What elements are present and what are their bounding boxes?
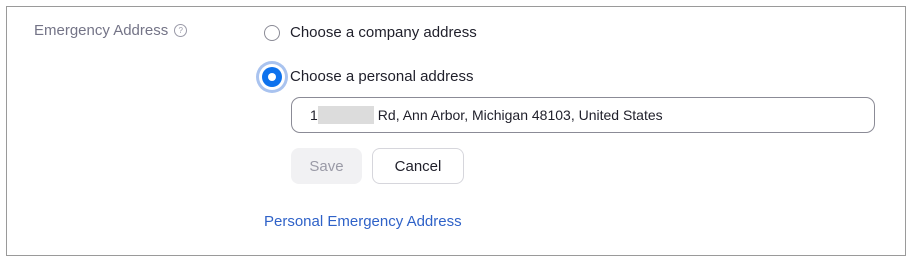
radio-dot — [268, 73, 276, 81]
help-circle-icon[interactable]: ? — [174, 24, 188, 37]
radio-personal-address[interactable]: Choose a personal address — [259, 63, 473, 90]
save-button[interactable]: Save — [291, 148, 362, 184]
cancel-button[interactable]: Cancel — [372, 148, 464, 184]
radio-company-address[interactable]: Choose a company address — [264, 24, 477, 41]
address-value-suffix: Rd, Ann Arbor, Michigan 48103, United St… — [377, 107, 663, 123]
radio-company-address-label: Choose a company address — [290, 24, 477, 41]
radio-personal-address-label: Choose a personal address — [290, 68, 474, 85]
personal-emergency-address-link[interactable]: Personal Emergency Address — [264, 213, 462, 230]
redacted-block — [317, 106, 374, 124]
radio-unselected-icon[interactable] — [264, 24, 280, 41]
address-value-prefix: 1 — [310, 107, 318, 123]
radio-selected-icon[interactable] — [262, 67, 282, 87]
field-label-text: Emergency Address — [34, 22, 169, 39]
address-input[interactable]: 1 Rd, Ann Arbor, Michigan 48103, United … — [291, 97, 875, 133]
radio-focus-ring — [259, 64, 285, 90]
field-label: Emergency Address ? — [34, 22, 188, 39]
